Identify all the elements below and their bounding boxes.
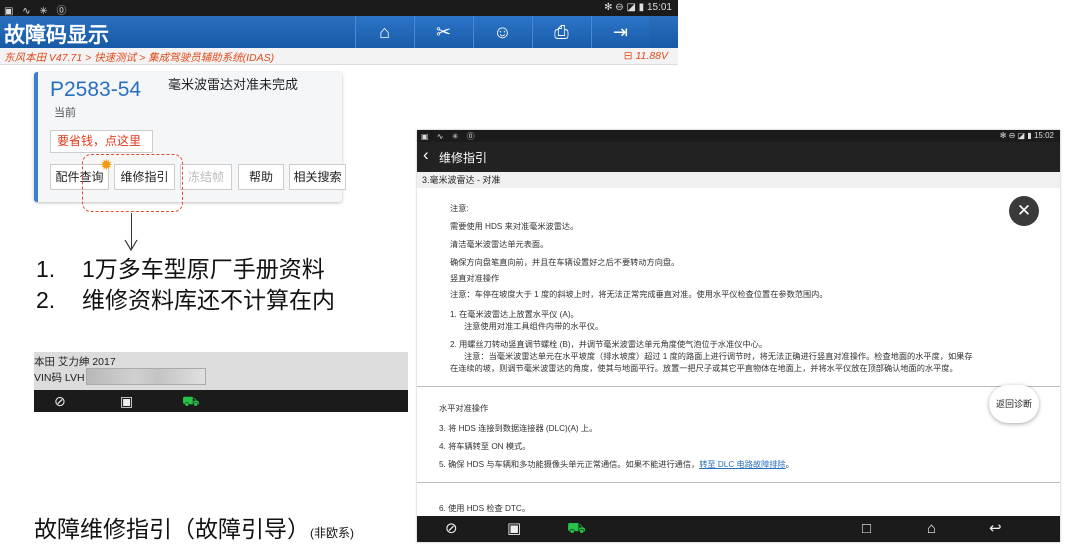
guide-line: 注意：车停在坡度大于 1 度的斜坡上时，将无法正常完成垂直对准。使用水平仪检查位… (450, 290, 828, 299)
sparkle-icon: ✹ (100, 157, 113, 174)
status-clock: ✻ ⊖ ◪ ▮ 15:01 (604, 2, 672, 13)
save-money-button[interactable]: 要省钱，点这里 (50, 130, 153, 153)
car-icon[interactable]: ⛟ (567, 519, 586, 539)
guide-step: 5. 确保 HDS 与车辆和多功能摄像头单元正常通信。如果不能进行通信，转至 D… (439, 460, 794, 469)
vehicle-info-bar: 本田 艾力绅 2017 VIN码 LVH (34, 352, 408, 390)
section-header: 3.毫米波雷达 - 对准 (417, 172, 1060, 188)
dlc-troubleshoot-link[interactable]: 转至 DLC 电路故障排除 (699, 460, 785, 469)
exit-button[interactable]: ⇥ (591, 16, 649, 48)
divider (417, 386, 1060, 387)
browser-icon[interactable]: ⊘ (54, 391, 66, 411)
guide-step: 3. 将 HDS 连接到数据连接器 (DLC)(A) 上。 (439, 424, 598, 433)
status-bar: ▣ ∿ ✳ ⓪ ✻ ⊖ ◪ ▮ 15:01 (0, 0, 678, 17)
print-button[interactable]: ⎙ (532, 16, 590, 48)
guide-line: 清洁毫米波雷达单元表面。 (450, 240, 549, 249)
status-bar: ▣ ∿ ✳ ⓪ ✻ ⊖ ◪ ▮ 15:02 (417, 130, 1060, 142)
divider (417, 482, 1060, 483)
battery-voltage: ⊟ 11.88V (623, 50, 668, 62)
freeze-frame-button[interactable]: 冻结帧 (180, 164, 232, 190)
close-button[interactable]: ✕ (1009, 196, 1039, 226)
home-icon: ⌂ (379, 22, 390, 42)
help-button[interactable]: 帮助 (238, 164, 284, 190)
guide-step: 6. 使用 HDS 检查 DTC。 (439, 504, 530, 513)
guide-line: 注意：当毫米波雷达单元在水平坡度（排水坡度）超过 1 度的路面上进行调节时，将无… (464, 352, 973, 361)
arrow-down-icon (124, 239, 138, 252)
note-list: 1. 1万多车型原厂手册资料 2. 维修资料库还不计算在内 (36, 254, 335, 316)
user-icon: ☺ (493, 22, 512, 42)
guide-line: 确保方向盘笔直向前，并且在车辆设置好之后不要转动方向盘。 (450, 258, 680, 267)
app-bar: ‹ 维修指引 (417, 142, 1060, 172)
dtc-description: 毫米波雷达对准未完成 (168, 77, 299, 92)
car-icon[interactable]: ⛟ (182, 391, 200, 411)
bottom-nav-bar: ⊘ ▣ ⛟ (34, 390, 408, 412)
page-title: 维修指引 (439, 151, 488, 165)
guide-line: 竖直对准操作 (450, 274, 500, 283)
gallery-icon[interactable]: ▣ (507, 519, 521, 539)
vin-masked-value (86, 368, 206, 385)
dtc-state: 当前 (54, 107, 76, 119)
vehicle-model: 本田 艾力绅 2017 (34, 356, 116, 368)
recent-apps-icon[interactable]: □ (862, 519, 871, 539)
page-title: 故障码显示 (4, 24, 109, 47)
guide-step: 4. 将车辆转至 ON 模式。 (439, 442, 531, 451)
status-clock: ✻ ⊖ ◪ ▮ 15:02 (999, 131, 1054, 140)
back-icon[interactable]: ‹ (423, 145, 429, 165)
title-bar: 故障码显示 ⌂ ✂ ☺ ⎙ ⇥ (0, 16, 678, 48)
bottom-nav-bar: ⊘ ▣ ⛟ □ ⌂ ↩ (417, 516, 1060, 542)
right-tablet-screen: ▣ ∿ ✳ ⓪ ✻ ⊖ ◪ ▮ 15:02 ‹ 维修指引 3.毫米波雷达 - 对… (417, 130, 1060, 542)
vin-label: VIN码 LVH (34, 372, 85, 384)
highlight-box (82, 154, 183, 212)
guide-line: 注意: (450, 204, 469, 213)
user-button[interactable]: ☺ (473, 16, 531, 48)
breadcrumb: 东风本田 V47.71 > 快速测试 > 集成驾驶员辅助系统(IDAS) ⊟ 1… (0, 48, 678, 65)
status-icons: ▣ ∿ ✳ ⓪ (4, 6, 70, 17)
back-icon[interactable]: ↩ (989, 519, 1002, 539)
guide-line: 需要使用 HDS 来对准毫米波雷达。 (450, 222, 579, 231)
tools-button[interactable]: ✂ (414, 16, 472, 48)
home-icon[interactable]: ⌂ (927, 519, 936, 539)
dtc-code: P2583-54 (50, 78, 142, 101)
close-icon: ✕ (1016, 201, 1032, 220)
caption: 故障维修指引（故障引导）(非欧系) (34, 516, 354, 542)
exit-icon: ⇥ (612, 22, 629, 42)
related-search-button[interactable]: 相关搜索 (289, 164, 346, 190)
breadcrumb-path: 东风本田 V47.71 > 快速测试 > 集成驾驶员辅助系统(IDAS) (4, 52, 275, 64)
section-title: 水平对准操作 (439, 404, 489, 413)
tools-icon: ✂ (435, 22, 452, 42)
browser-icon[interactable]: ⊘ (445, 519, 458, 539)
guide-line: 1. 在毫米波雷达上放置水平仪 (A)。 (450, 310, 579, 319)
return-diagnosis-button[interactable]: 返回诊断 (989, 385, 1039, 423)
guide-line: 注意使用对准工具组件内带的水平仪。 (464, 322, 604, 331)
list-item: 2. 维修资料库还不计算在内 (36, 287, 335, 313)
gallery-icon[interactable]: ▣ (120, 391, 133, 411)
print-icon: ⎙ (554, 22, 569, 42)
status-icons: ▣ ∿ ✳ ⓪ (421, 132, 478, 141)
list-item: 1. 1万多车型原厂手册资料 (36, 256, 325, 282)
dtc-card: P2583-54 毫米波雷达对准未完成 当前 要省钱，点这里 配件查询 维修指引… (34, 72, 346, 202)
guide-line: 在连续的坡，则调节毫米波雷达的角度，使其与地面平行。放置一把尺子或其它平直物体在… (450, 364, 958, 373)
home-button[interactable]: ⌂ (355, 16, 413, 48)
guide-line: 2. 用螺丝刀转动竖直调节螺栓 (B)，并调节毫米波雷达单元角度使气泡位于水准仪… (450, 340, 768, 349)
